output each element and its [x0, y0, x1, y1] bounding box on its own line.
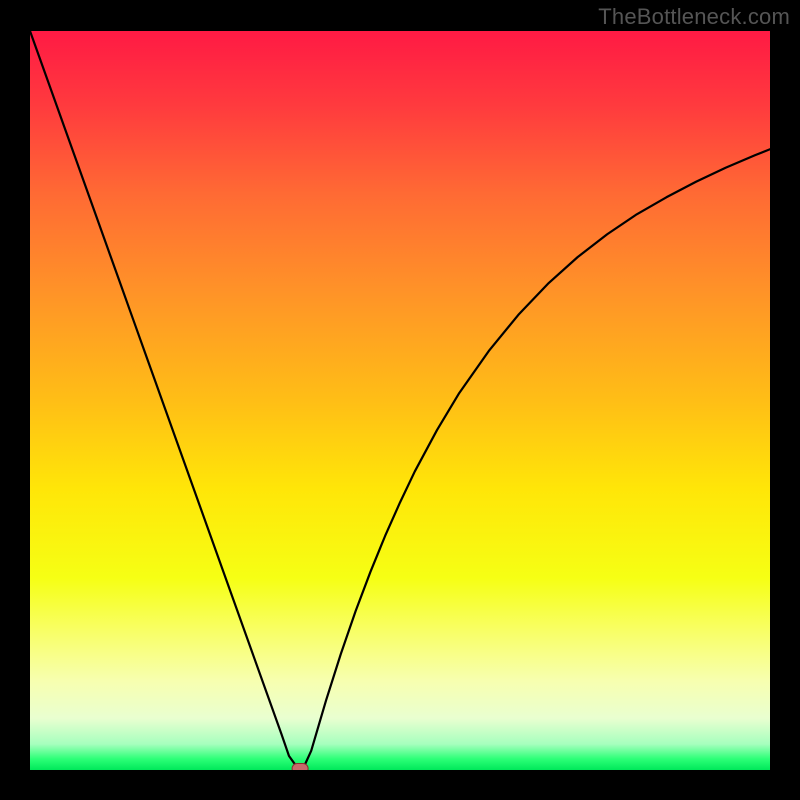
- watermark-label: TheBottleneck.com: [598, 4, 790, 30]
- optimal-point-marker: [292, 764, 308, 770]
- chart-frame: TheBottleneck.com: [0, 0, 800, 800]
- gradient-background: [30, 31, 770, 770]
- plot-area: [30, 31, 770, 770]
- plot-svg: [30, 31, 770, 770]
